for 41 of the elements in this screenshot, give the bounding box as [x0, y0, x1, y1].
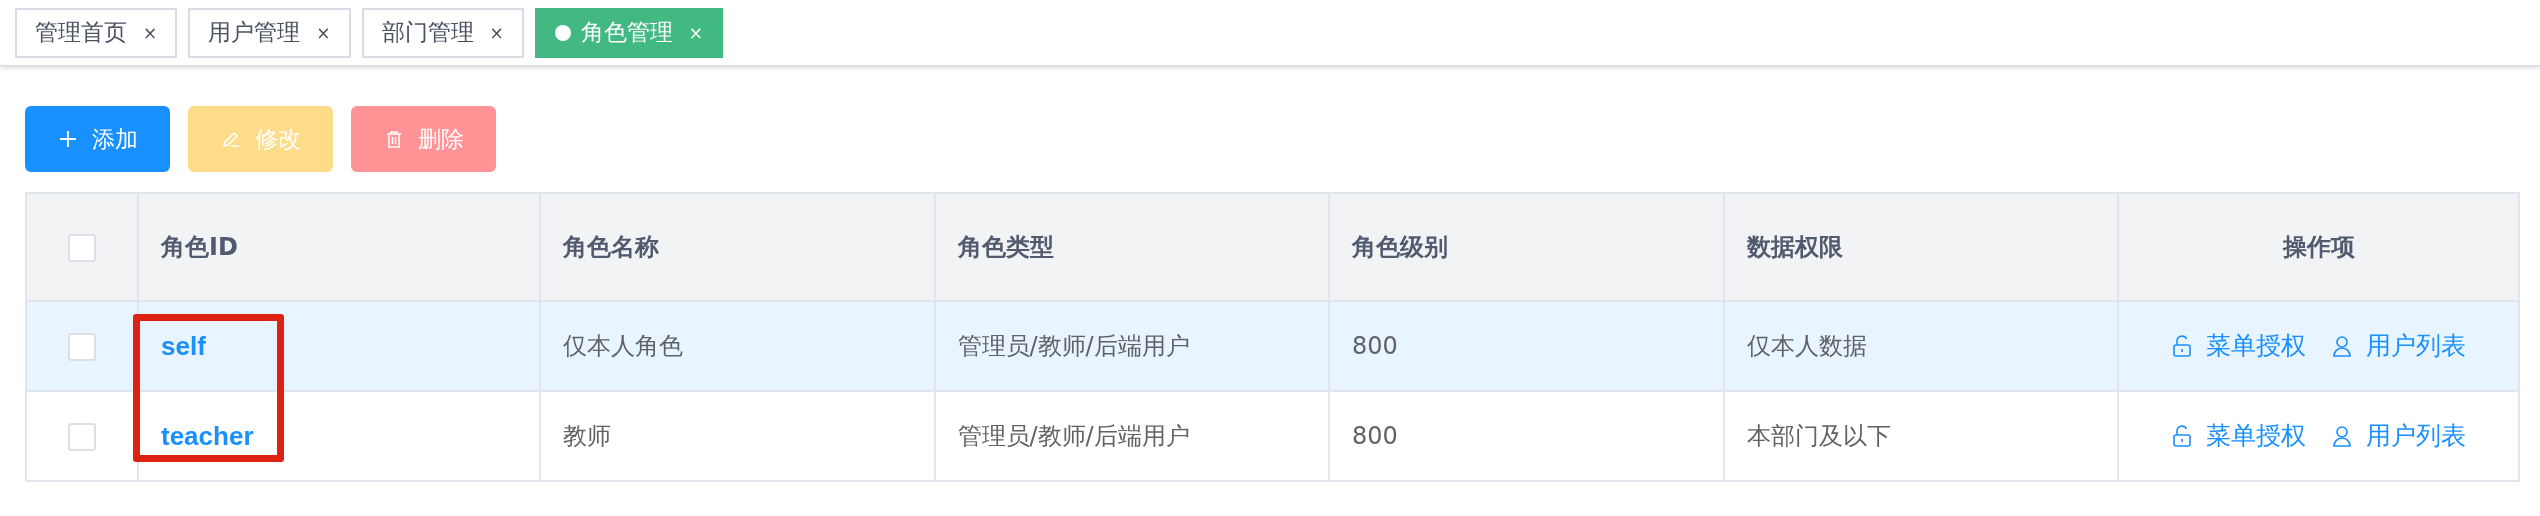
table-cell: 管理员/教师/后端用户 — [957, 422, 1190, 450]
table-cell: 800 — [1352, 422, 1398, 450]
tab[interactable]: 角色管理 × — [534, 7, 723, 58]
close-icon[interactable]: × — [688, 22, 703, 43]
column-header: 角色级别 — [1352, 233, 1448, 261]
user-icon — [2331, 424, 2352, 447]
tab[interactable]: 用户管理 × — [188, 7, 351, 58]
unlock-icon — [2171, 334, 2192, 357]
table-cell: 教师 — [563, 422, 611, 450]
menu-permission-link[interactable]: 菜单授权 — [2171, 419, 2306, 453]
plus-icon — [57, 129, 78, 149]
unlock-icon — [2171, 424, 2192, 447]
menu-permission-link[interactable]: 菜单授权 — [2171, 329, 2306, 363]
column-header: 角色名称 — [563, 233, 659, 261]
active-dot-icon — [554, 24, 571, 41]
add-button[interactable]: 添加 — [25, 106, 170, 172]
table-cell: 仅本人数据 — [1746, 332, 1867, 360]
table-cell: 仅本人角色 — [563, 332, 683, 360]
table-cell: 管理员/教师/后端用户 — [957, 332, 1190, 360]
select-all-checkbox[interactable] — [68, 233, 96, 262]
column-header: 数据权限 — [1746, 233, 1843, 261]
column-header: 角色类型 — [957, 233, 1054, 261]
table-cell: 本部门及以下 — [1746, 422, 1891, 450]
table-row[interactable]: teacher 教师 管理员/教师/后端用户 800 本部门及以下 菜单授权 用户列表 — [26, 391, 2519, 481]
close-icon[interactable]: × — [316, 22, 331, 43]
user-list-link[interactable]: 用户列表 — [2331, 419, 2466, 453]
close-icon[interactable]: × — [143, 22, 158, 43]
table-cell: 800 — [1352, 332, 1398, 360]
row-checkbox[interactable] — [68, 422, 96, 451]
user-list-link[interactable]: 用户列表 — [2331, 329, 2466, 363]
row-checkbox[interactable] — [68, 332, 96, 361]
tab[interactable]: 管理首页 × — [15, 7, 178, 58]
close-icon[interactable]: × — [489, 22, 504, 43]
column-header: 角色ID — [161, 233, 238, 261]
table-row[interactable]: self 仅本人角色 管理员/教师/后端用户 800 仅本人数据 菜单授权 用户列表 — [26, 301, 2519, 391]
column-header: 操作项 — [2282, 233, 2355, 261]
pencil-icon — [220, 129, 241, 149]
role-id-link[interactable]: self — [161, 330, 206, 361]
user-icon — [2331, 334, 2352, 357]
role-id-link[interactable]: teacher — [161, 420, 254, 451]
tab[interactable]: 部门管理 × — [361, 7, 524, 58]
